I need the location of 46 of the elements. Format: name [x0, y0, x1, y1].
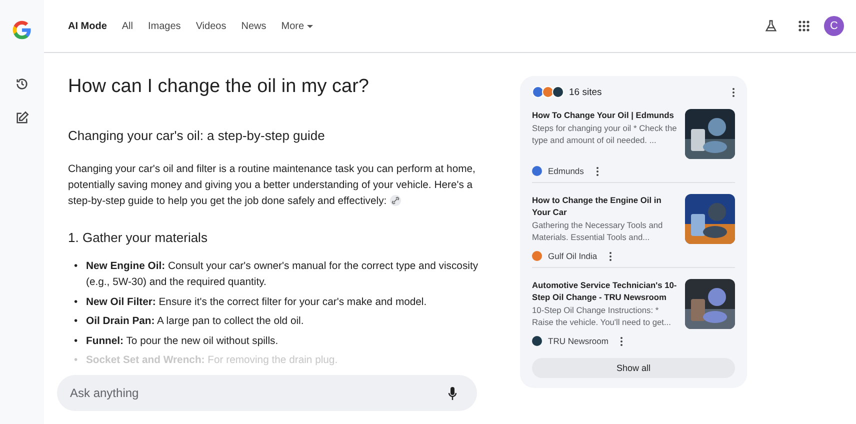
- list-item: New Oil Filter: Ensure it's the correct filter for your car's make and model.: [86, 296, 427, 310]
- site-name[interactable]: TRU Newsroom: [548, 336, 608, 346]
- new-chat-icon[interactable]: [15, 111, 29, 125]
- list-item: Socket Set and Wrench: For removing the drain plug.: [86, 354, 338, 368]
- show-all-button[interactable]: Show all: [532, 358, 735, 378]
- nav-tab[interactable]: More: [281, 20, 314, 32]
- more-icon[interactable]: [609, 252, 612, 261]
- more-icon[interactable]: [620, 336, 624, 346]
- nav-tab[interactable]: News: [241, 20, 266, 32]
- more-icon[interactable]: [596, 166, 599, 176]
- ask-bar[interactable]: Ask anything: [57, 375, 477, 411]
- site-name[interactable]: Edmunds: [548, 166, 584, 176]
- bullet: •: [74, 296, 79, 310]
- nav-tab[interactable]: All: [122, 20, 134, 32]
- bullet: •: [74, 260, 79, 274]
- intro-paragraph: Changing your car's oil and filter is a routine maintenance task you can perform at home, potentially saving money and giving you a better understanding of your vehicle. Here's a step-by-step guide to help you get the job done safely and effectively:: [68, 163, 476, 209]
- apps-grid-icon[interactable]: [798, 20, 810, 32]
- question-title: How can I change the oil in my car?: [68, 76, 370, 98]
- bullet: •: [74, 354, 79, 368]
- answer-heading: Changing your car's oil: a step-by-step guide: [68, 128, 326, 143]
- history-icon[interactable]: [15, 77, 29, 91]
- list-item: New Engine Oil: Consult your car's owner's manual for the correct type and viscosity (e.g., 5W-30) and the required quantity.: [86, 260, 480, 290]
- source-title[interactable]: How To Change Your Oil | Edmunds: [532, 109, 677, 122]
- more-icon[interactable]: [732, 88, 735, 97]
- bullet: •: [74, 334, 79, 348]
- site-logos-icon: [532, 86, 564, 98]
- list-item: Oil Drain Pan: A large pan to collect the old oil.: [86, 315, 304, 329]
- section-heading: 1. Gather your materials: [68, 230, 208, 245]
- source-title[interactable]: How to Change the Engine Oil in Your Car: [532, 194, 677, 218]
- flask-icon[interactable]: [764, 19, 778, 33]
- source-snippet: 10-Step Oil Change Instructions: * Raise the vehicle. You'll need to get...: [532, 305, 672, 328]
- link-icon[interactable]: [390, 195, 401, 206]
- sites-count: 16 sites: [569, 86, 603, 98]
- list-item: Funnel: To pour the new oil without spills.: [86, 334, 278, 348]
- ask-field[interactable]: Ask anything: [68, 385, 448, 401]
- nav-tab[interactable]: AI Mode: [68, 20, 107, 32]
- source-title[interactable]: Automotive Service Technician's 10-Step Oil Change - TRU Newsroom: [532, 279, 677, 304]
- google-logo-icon[interactable]: [11, 19, 33, 41]
- nav-tab[interactable]: Images: [148, 20, 181, 32]
- account-avatar[interactable]: C: [824, 16, 844, 36]
- source-snippet: Gathering the Necessary Tools and Materials. Essential Tools and...: [532, 220, 664, 244]
- bullet: •: [74, 315, 79, 329]
- microphone-icon[interactable]: [448, 386, 457, 400]
- nav-tab[interactable]: Videos: [196, 20, 226, 32]
- source-snippet: Steps for changing your oil * Check the type and amount of oil needed. ...: [532, 123, 677, 146]
- site-name[interactable]: Gulf Oil India: [548, 251, 598, 262]
